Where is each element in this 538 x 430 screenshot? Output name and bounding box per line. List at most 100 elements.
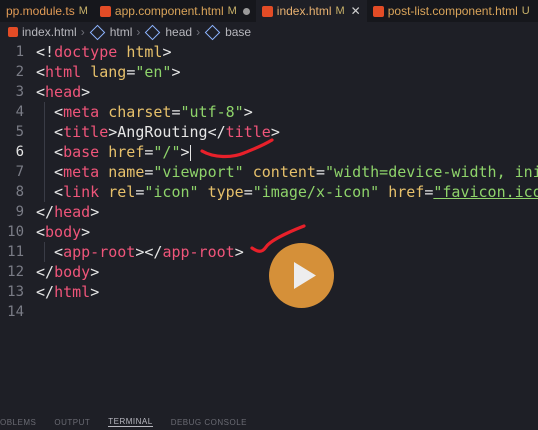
line-number: 12	[7, 264, 24, 280]
code-text: <title>AngRouting</title>	[36, 123, 280, 141]
code-text: </body>	[36, 263, 100, 281]
code-token: base	[63, 143, 100, 161]
tab-app-module[interactable]: pp.module.ts M	[0, 0, 94, 22]
play-icon	[294, 262, 316, 289]
code-token: doctype	[54, 43, 118, 61]
code-text: <body>	[36, 223, 91, 241]
code-token: "image/x-icon"	[252, 183, 380, 201]
modified-indicator: M	[227, 5, 237, 17]
code-token: meta	[63, 163, 100, 181]
code-token: html	[45, 63, 82, 81]
code-token: app-root	[63, 243, 136, 261]
code-text: </html>	[36, 283, 100, 301]
code-text: <meta name="viewport" content="width=dev…	[36, 163, 538, 181]
breadcrumb-item-file[interactable]: index.html	[22, 25, 77, 39]
code-token: "icon"	[144, 183, 199, 201]
line-number: 6	[15, 144, 24, 160]
tab-label: post-list.component.html	[387, 4, 518, 18]
tab-output[interactable]: OUTPUT	[54, 418, 90, 427]
code-token: body	[45, 223, 82, 241]
code-token: body	[54, 263, 91, 281]
code-line-current: 6 <base href="/">	[0, 142, 538, 162]
code-line: 9 </head>	[0, 202, 538, 222]
tab-post-list-component[interactable]: post-list.component.html U	[367, 0, 536, 22]
code-link[interactable]: "favicon.ico	[433, 183, 538, 201]
code-token: type	[207, 183, 244, 201]
tab-debug-console[interactable]: DEBUG CONSOLE	[171, 418, 247, 427]
code-token: "en"	[135, 63, 172, 81]
line-number: 4	[15, 104, 24, 120]
code-line: 2 <html lang="en">	[0, 62, 538, 82]
element-icon	[89, 24, 105, 40]
line-number: 11	[7, 244, 24, 260]
tab-label: pp.module.ts	[6, 4, 75, 18]
tab-label: app.component.html	[114, 4, 224, 18]
code-text: <meta charset="utf-8">	[36, 103, 253, 121]
code-line: 10 <body>	[0, 222, 538, 242]
line-number: 3	[15, 84, 24, 100]
breadcrumb-item-base[interactable]: base	[225, 25, 251, 39]
line-number: 10	[7, 224, 24, 240]
html-file-icon	[8, 27, 18, 37]
line-number: 14	[7, 304, 24, 320]
tab-terminal[interactable]: TERMINAL	[108, 417, 153, 427]
modified-indicator: U	[521, 5, 530, 17]
code-token: "utf-8"	[180, 103, 244, 121]
line-number: 8	[15, 184, 24, 200]
chevron-right-icon: ›	[196, 25, 201, 39]
breadcrumb-item-html[interactable]: html	[110, 25, 133, 39]
code-text: <html lang="en">	[36, 63, 181, 81]
tab-index[interactable]: index.html M ✕	[255, 0, 367, 22]
close-icon[interactable]: ✕	[351, 4, 361, 18]
code-editor[interactable]: 1 <!doctype html> 2 <html lang="en"> 3 <…	[0, 42, 538, 414]
editor-tab-bar: pp.module.ts M app.component.html M inde…	[0, 0, 538, 22]
code-token: app-root	[162, 243, 235, 261]
breadcrumb-item-head[interactable]: head	[165, 25, 192, 39]
line-number: 1	[15, 44, 24, 60]
unsaved-dot-icon[interactable]	[242, 7, 250, 15]
line-number: 9	[15, 204, 24, 220]
modified-indicator: M	[335, 5, 345, 17]
code-token: link	[63, 183, 100, 201]
code-text: <!doctype html>	[36, 43, 172, 61]
code-text: <head>	[36, 83, 91, 101]
element-icon	[145, 24, 161, 40]
play-button[interactable]	[269, 243, 334, 308]
code-token: rel	[108, 183, 136, 201]
code-token: "/"	[153, 143, 181, 161]
tab-app-component[interactable]: app.component.html M	[94, 0, 256, 22]
code-token: content	[252, 163, 316, 181]
tab-problems[interactable]: OBLEMS	[0, 418, 36, 427]
code-line: 3 <head>	[0, 82, 538, 102]
line-number: 5	[15, 124, 24, 140]
code-line: 1 <!doctype html>	[0, 42, 538, 62]
code-line: 7 <meta name="viewport" content="width=d…	[0, 162, 538, 182]
modified-indicator: M	[78, 5, 88, 17]
text-cursor	[189, 144, 191, 161]
html-file-icon	[372, 5, 384, 17]
code-line: 8 <link rel="icon" type="image/x-icon" h…	[0, 182, 538, 202]
code-token: meta	[63, 103, 100, 121]
code-token: title	[63, 123, 109, 141]
code-text: <link rel="icon" type="image/x-icon" hre…	[36, 183, 538, 201]
panel-tab-bar: OBLEMS OUTPUT TERMINAL DEBUG CONSOLE	[0, 414, 538, 430]
line-number: 7	[15, 164, 24, 180]
code-token: head	[45, 83, 82, 101]
code-token: lang	[90, 63, 127, 81]
tab-label: index.html	[276, 4, 332, 18]
code-token: charset	[108, 103, 172, 121]
code-line: 5 <title>AngRouting</title>	[0, 122, 538, 142]
code-token: title	[225, 123, 271, 141]
code-token: name	[108, 163, 145, 181]
code-text: <app-root></app-root>	[36, 243, 244, 261]
chevron-right-icon: ›	[80, 25, 85, 39]
code-token: html	[54, 283, 91, 301]
code-line: 4 <meta charset="utf-8">	[0, 102, 538, 122]
code-text: </head>	[36, 203, 100, 221]
code-token: "width=device-width, ini	[325, 163, 538, 181]
html-file-icon	[261, 5, 273, 17]
code-token: "viewport"	[153, 163, 244, 181]
line-number: 2	[15, 64, 24, 80]
code-token: href	[388, 183, 425, 201]
breadcrumb: index.html › html › head › base	[0, 22, 538, 42]
